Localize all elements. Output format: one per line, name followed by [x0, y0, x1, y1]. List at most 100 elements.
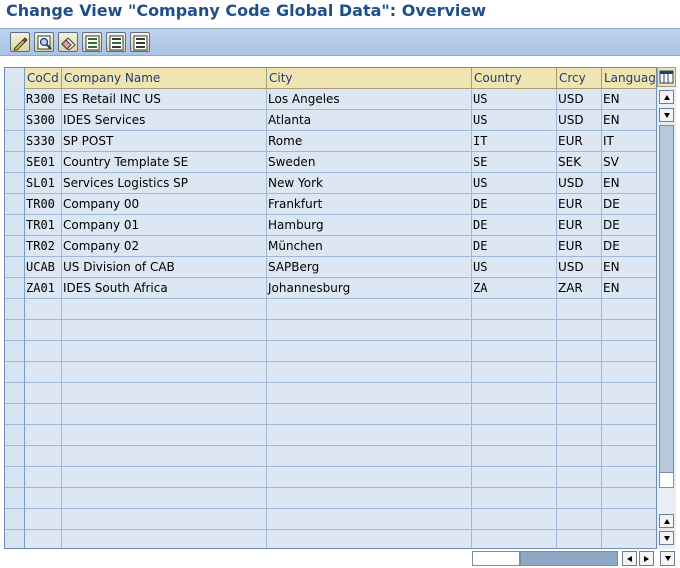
cell-country[interactable]: [472, 320, 557, 341]
row-selector[interactable]: [5, 299, 24, 320]
cell-crcy[interactable]: USD: [557, 257, 602, 278]
cell-cocd[interactable]: [25, 530, 62, 548]
cell-crcy[interactable]: [557, 362, 602, 383]
cell-cocd[interactable]: TR02: [25, 236, 62, 257]
cell-country[interactable]: [472, 425, 557, 446]
scroll-right-button[interactable]: [639, 551, 654, 566]
cell-language[interactable]: [602, 530, 656, 548]
row-selector[interactable]: [5, 509, 24, 530]
cell-language[interactable]: EN: [602, 110, 656, 131]
cell-company-name[interactable]: [62, 404, 267, 425]
cell-cocd[interactable]: [25, 362, 62, 383]
cell-cocd[interactable]: [25, 341, 62, 362]
cell-crcy[interactable]: [557, 509, 602, 530]
cell-city[interactable]: [267, 530, 472, 548]
row-selector[interactable]: [5, 173, 24, 194]
cell-city[interactable]: Frankfurt: [267, 194, 472, 215]
cell-country[interactable]: US: [472, 173, 557, 194]
cell-language[interactable]: [602, 404, 656, 425]
cell-country[interactable]: [472, 509, 557, 530]
cell-cocd[interactable]: S300: [25, 110, 62, 131]
row-selector[interactable]: [5, 152, 24, 173]
cell-crcy[interactable]: [557, 446, 602, 467]
cell-cocd[interactable]: SE01: [25, 152, 62, 173]
cell-company-name[interactable]: [62, 320, 267, 341]
cell-country[interactable]: [472, 383, 557, 404]
row-selector[interactable]: [5, 425, 24, 446]
cell-language[interactable]: DE: [602, 236, 656, 257]
cell-city[interactable]: [267, 299, 472, 320]
cell-country[interactable]: US: [472, 257, 557, 278]
cell-cocd[interactable]: [25, 509, 62, 530]
cell-language[interactable]: [602, 425, 656, 446]
cell-company-name[interactable]: ES Retail INC US: [62, 89, 267, 110]
cell-company-name[interactable]: Services Logistics SP: [62, 173, 267, 194]
select-all-button[interactable]: [82, 32, 102, 52]
cell-country[interactable]: [472, 446, 557, 467]
vertical-scroll-thumb[interactable]: [659, 125, 674, 485]
cell-city[interactable]: [267, 488, 472, 509]
cell-city[interactable]: München: [267, 236, 472, 257]
cell-language[interactable]: EN: [602, 278, 656, 299]
cell-cocd[interactable]: [25, 299, 62, 320]
cell-company-name[interactable]: [62, 467, 267, 488]
delete-button[interactable]: [58, 32, 78, 52]
cell-crcy[interactable]: EUR: [557, 215, 602, 236]
cell-crcy[interactable]: [557, 425, 602, 446]
column-header-city[interactable]: City: [267, 68, 472, 89]
scroll-end-button[interactable]: [660, 551, 675, 566]
cell-company-name[interactable]: [62, 299, 267, 320]
row-selector[interactable]: [5, 362, 24, 383]
cell-company-name[interactable]: [62, 446, 267, 467]
scroll-left-button[interactable]: [622, 551, 637, 566]
cell-language[interactable]: [602, 299, 656, 320]
cell-city[interactable]: [267, 341, 472, 362]
cell-city[interactable]: Atlanta: [267, 110, 472, 131]
row-selector[interactable]: [5, 530, 24, 548]
cell-company-name[interactable]: [62, 509, 267, 530]
cell-country[interactable]: [472, 488, 557, 509]
edit-button[interactable]: [10, 32, 30, 52]
cell-language[interactable]: EN: [602, 173, 656, 194]
cell-language[interactable]: SV: [602, 152, 656, 173]
cell-country[interactable]: [472, 467, 557, 488]
cell-country[interactable]: IT: [472, 131, 557, 152]
row-selector[interactable]: [5, 320, 24, 341]
cell-cocd[interactable]: TR00: [25, 194, 62, 215]
cell-crcy[interactable]: EUR: [557, 194, 602, 215]
cell-crcy[interactable]: [557, 467, 602, 488]
cell-city[interactable]: [267, 425, 472, 446]
cell-company-name[interactable]: IDES Services: [62, 110, 267, 131]
cell-cocd[interactable]: [25, 488, 62, 509]
cell-cocd[interactable]: [25, 425, 62, 446]
cell-cocd[interactable]: ZA01: [25, 278, 62, 299]
cell-city[interactable]: Johannesburg: [267, 278, 472, 299]
row-selector[interactable]: [5, 236, 24, 257]
cell-city[interactable]: New York: [267, 173, 472, 194]
cell-city[interactable]: SAPBerg: [267, 257, 472, 278]
cell-cocd[interactable]: [25, 404, 62, 425]
cell-city[interactable]: [267, 320, 472, 341]
cell-country[interactable]: [472, 341, 557, 362]
cell-city[interactable]: Rome: [267, 131, 472, 152]
row-selector[interactable]: [5, 131, 24, 152]
cell-crcy[interactable]: USD: [557, 89, 602, 110]
cell-language[interactable]: EN: [602, 89, 656, 110]
cell-cocd[interactable]: SL01: [25, 173, 62, 194]
page-down-button[interactable]: [659, 531, 674, 545]
row-selector[interactable]: [5, 278, 24, 299]
cell-city[interactable]: [267, 404, 472, 425]
column-header-crcy[interactable]: Crcy: [557, 68, 602, 89]
cell-country[interactable]: [472, 530, 557, 548]
cell-crcy[interactable]: ZAR: [557, 278, 602, 299]
column-header-cocd[interactable]: CoCd: [25, 68, 62, 89]
row-selector[interactable]: [5, 383, 24, 404]
cell-city[interactable]: Los Angeles: [267, 89, 472, 110]
cell-crcy[interactable]: [557, 530, 602, 548]
cell-language[interactable]: [602, 488, 656, 509]
row-selector[interactable]: [5, 341, 24, 362]
cell-language[interactable]: DE: [602, 215, 656, 236]
horizontal-scroll-track[interactable]: [472, 551, 520, 566]
scroll-down-button[interactable]: [659, 108, 674, 122]
cell-crcy[interactable]: SEK: [557, 152, 602, 173]
